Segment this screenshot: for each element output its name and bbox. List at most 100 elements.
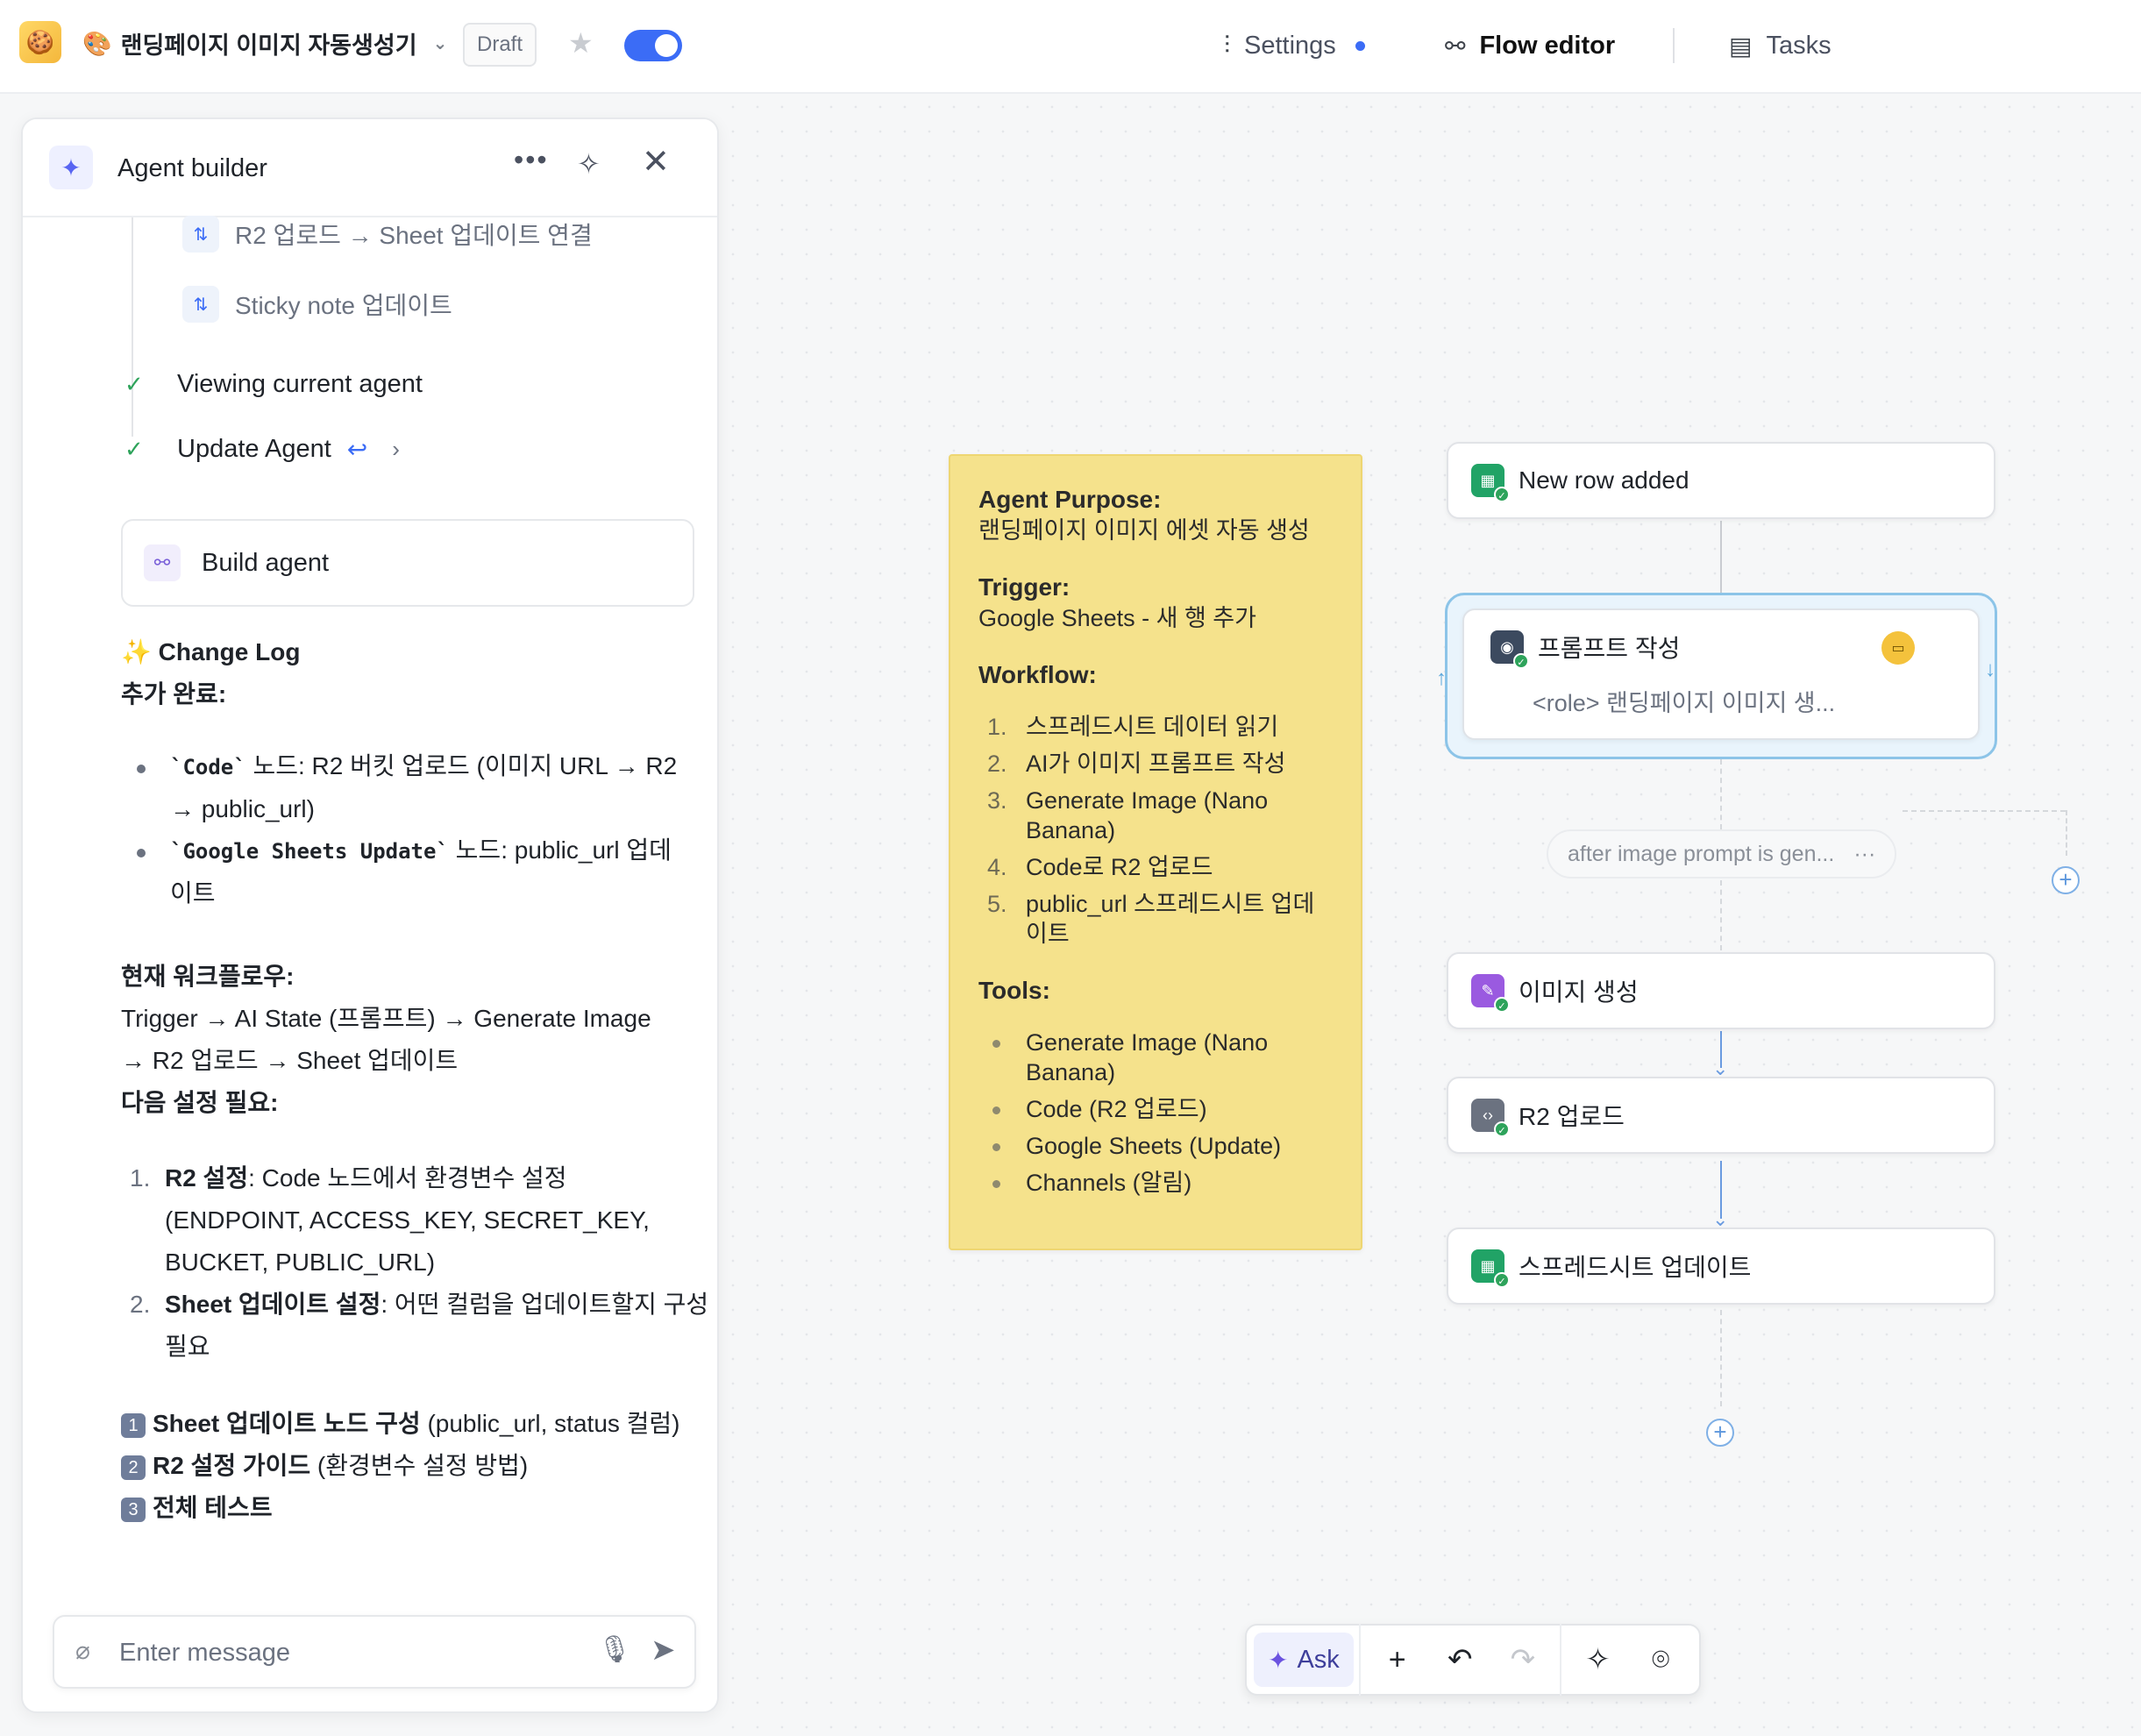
connector	[1720, 1310, 1722, 1406]
flow-canvas[interactable]	[721, 95, 2141, 1736]
agent-enabled-toggle[interactable]	[624, 30, 682, 61]
panel-header: ✦ Agent builder ••• ✧ ✕	[23, 119, 717, 217]
needs-text: BUCKET, PUBLIC_URL)	[165, 1249, 436, 1276]
fit-view-icon[interactable]: ⌾	[1629, 1633, 1692, 1687]
connector	[1903, 810, 2066, 812]
microphone-icon[interactable]: 🎙	[598, 1634, 631, 1665]
needs-text: (ENDPOINT, ACCESS_KEY, SECRET_KEY,	[165, 1206, 650, 1234]
close-icon[interactable]: ✕	[642, 142, 670, 181]
sticky-note[interactable]: Agent Purpose: 랜딩페이지 이미지 에셋 자동 생성 Trigge…	[949, 454, 1362, 1250]
message-icon[interactable]: ▭	[1881, 631, 1915, 665]
added-heading: 추가 완료:	[121, 680, 227, 708]
node-label: 스프레드시트 업데이트	[1519, 1254, 1752, 1281]
needs-heading: 다음 설정 필요:	[121, 1089, 279, 1116]
redo-icon[interactable]: ↷	[1491, 1633, 1554, 1687]
needs-item: 1. R2 설정: Code 노드에서 환경변수 설정 (ENDPOINT, AC…	[130, 1157, 717, 1284]
ask-button[interactable]: ✦ Ask	[1254, 1633, 1354, 1687]
add-step-button[interactable]: +	[1706, 1419, 1734, 1447]
added-text: → public_url)	[170, 795, 315, 822]
undo-icon[interactable]: ↩	[347, 435, 367, 464]
app-logo[interactable]: 🍪	[19, 21, 61, 63]
needs-text: 필요	[165, 1333, 210, 1360]
check-item[interactable]: ✓ Update Agent ↩ ›	[124, 435, 400, 464]
build-agent-card[interactable]: ⚯ Build agent	[121, 519, 694, 607]
sheet-update-node[interactable]: ▦ ✓ 스프레드시트 업데이트	[1447, 1227, 1995, 1305]
next-step-item: 1 Sheet 업데이트 노드 구성 (public_url, status 컬럼…	[121, 1403, 700, 1445]
arrow-down-icon: ↓	[1985, 658, 1995, 681]
message-composer: ⌀ 🎙 ➤	[53, 1615, 696, 1689]
send-icon[interactable]: ➤	[651, 1633, 676, 1668]
list-text: Generate Image (Nano	[1026, 1029, 1269, 1056]
next-step-item: 3 전체 테스트	[121, 1487, 700, 1529]
next-bold: Sheet 업데이트 노드 구성	[153, 1410, 421, 1437]
next-text: (환경변수 설정 방법)	[310, 1452, 529, 1479]
needs-text: : Code 노드에서 환경변수 설정	[248, 1164, 567, 1192]
list-text: Banana)	[1026, 817, 1116, 843]
branch-icon: ⇅	[182, 286, 219, 323]
added-text: 노드: R2 버킷 업로드 (이미지 URL → R2	[245, 752, 678, 779]
connector	[1720, 521, 1722, 593]
added-item: `Code` 노드: R2 버킷 업로드 (이미지 URL → R2 → pub…	[170, 745, 705, 830]
more-options-icon[interactable]: ···	[1853, 842, 1875, 867]
build-agent-label: Build agent	[202, 548, 330, 577]
needs-bold: Sheet 업데이트 설정	[165, 1291, 381, 1318]
list-number: 5.	[987, 891, 1007, 917]
node-label: R2 업로드	[1519, 1103, 1625, 1130]
star-icon[interactable]: ★	[568, 26, 594, 60]
list-number: 3.	[987, 787, 1007, 814]
list-item: Generate Image (Nano Banana)	[978, 1028, 1333, 1087]
list-number: 1.	[130, 1164, 151, 1192]
image-generate-node[interactable]: ✎ ✓ 이미지 생성	[1447, 952, 1995, 1029]
tab-flow-editor[interactable]: ⚯ Flow editor	[1445, 0, 1615, 91]
r2-upload-node[interactable]: ‹› ✓ R2 업로드	[1447, 1077, 1995, 1154]
added-item: `Google Sheets Update` 노드: public_url 업데…	[170, 829, 705, 914]
list-item: 5. public_url 스프레드시트 업데 이트	[978, 889, 1333, 949]
list-item: 3. Generate Image (Nano Banana)	[978, 786, 1333, 845]
list-text: AI가 이미지 프롬프트 작성	[1026, 751, 1286, 777]
list-number: 2.	[987, 751, 1007, 777]
add-icon[interactable]: +	[1366, 1633, 1429, 1687]
next-bold: R2 설정 가이드	[153, 1452, 311, 1479]
node-label: 이미지 생성	[1519, 978, 1639, 1006]
checkmark-icon: ✓	[124, 436, 144, 462]
sticky-tools-list: Generate Image (Nano Banana) Code (R2 업로드…	[978, 1028, 1333, 1198]
tab-tasks-label: Tasks	[1766, 31, 1832, 60]
edge-condition-label[interactable]: after image prompt is gen... ···	[1547, 829, 1897, 879]
code-label: `Google Sheets Update`	[170, 839, 449, 864]
list-item: Channels (알림)	[978, 1168, 1333, 1198]
prompt-node[interactable]	[1462, 608, 1980, 740]
sticky-tools-label: Tools:	[978, 977, 1050, 1004]
agent-emoji: 🎨	[82, 30, 112, 57]
magic-wand-icon[interactable]: ✧	[577, 147, 601, 181]
added-text: 노드: public_url 업데	[448, 836, 672, 864]
sparkle-icon: ✦	[1268, 1646, 1289, 1674]
edge-label-text: after image prompt is gen...	[1568, 841, 1835, 866]
step-label: Sticky note 업데이트	[235, 292, 452, 319]
chevron-right-icon[interactable]: ›	[392, 436, 400, 463]
add-branch-button[interactable]: +	[2052, 866, 2080, 894]
paperclip-icon[interactable]: ⌀	[75, 1636, 90, 1665]
list-item: 2. AI가 이미지 프롬프트 작성	[978, 749, 1333, 779]
checkmark-icon: ✓	[124, 371, 144, 397]
sticky-trigger-label: Trigger:	[978, 573, 1070, 601]
list-text: 스프레드시트 데이터 읽기	[1026, 714, 1279, 740]
more-options-icon[interactable]: •••	[514, 144, 549, 176]
number-badge: 3	[121, 1497, 146, 1522]
tab-settings[interactable]: ⫶ Settings	[1224, 0, 1365, 91]
ask-label: Ask	[1297, 1645, 1340, 1674]
connector	[2066, 810, 2067, 856]
message-input[interactable]	[119, 1633, 575, 1673]
node-label: New row added	[1519, 466, 1689, 494]
agent-title-dropdown[interactable]: 🎨 랜딩페이지 이미지 자동생성기 ⌄	[82, 26, 447, 60]
document-icon: ▤	[1729, 32, 1753, 60]
trigger-node[interactable]: ▦ ✓ New row added	[1447, 442, 1995, 519]
connector	[1720, 880, 1722, 950]
panel-title: Agent builder	[117, 154, 267, 182]
tab-tasks[interactable]: ▤ Tasks	[1729, 0, 1832, 91]
toolbar-divider	[1358, 1624, 1361, 1696]
sticky-workflow-label: Workflow:	[978, 661, 1097, 688]
undo-icon[interactable]: ↶	[1428, 1633, 1491, 1687]
list-item: Google Sheets (Update)	[978, 1131, 1333, 1161]
magic-wand-icon[interactable]: ✧	[1567, 1633, 1630, 1687]
flow-icon: ⚯	[144, 544, 181, 581]
